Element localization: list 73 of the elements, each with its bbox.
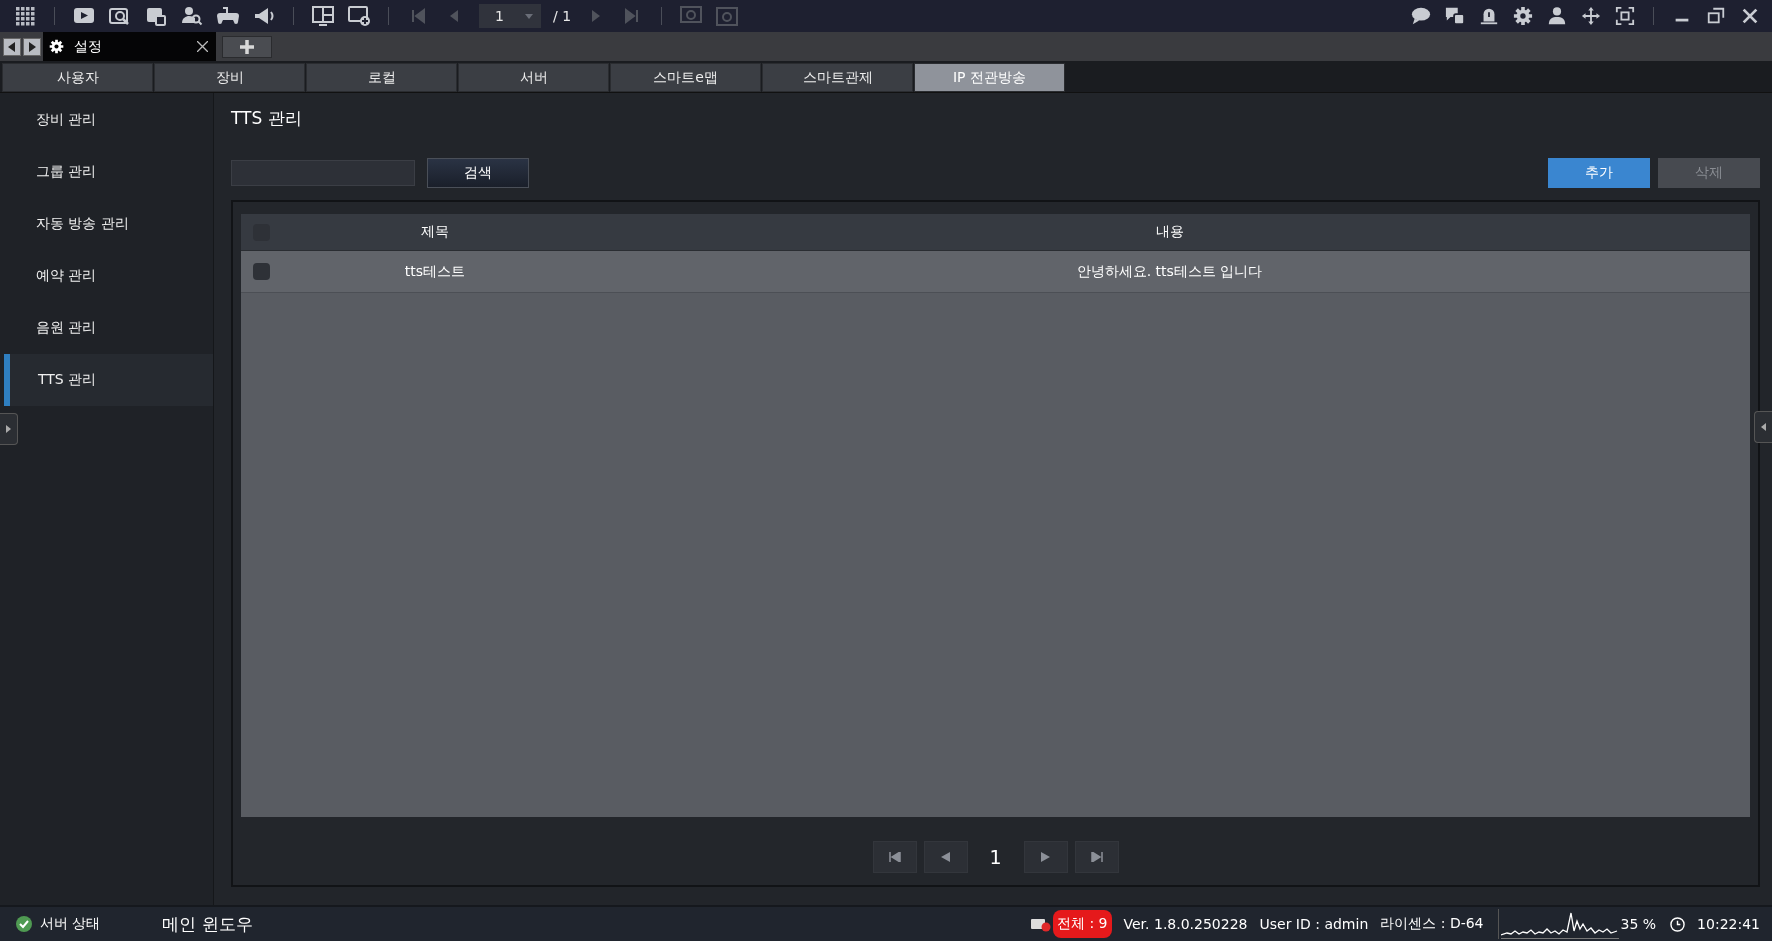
sidebar-item[interactable]: TTS 관리 bbox=[4, 354, 213, 406]
page-total: / 1 bbox=[553, 8, 572, 24]
sidebar-item[interactable]: 음원 관리 bbox=[0, 302, 213, 354]
table-cell: 안녕하세요. tts테스트 입니다 bbox=[1076, 262, 1263, 281]
sidebar-item[interactable]: 예약 관리 bbox=[0, 250, 213, 302]
clock-time: 10:22:41 bbox=[1697, 916, 1760, 932]
settings-icon bbox=[49, 39, 64, 54]
fullscreen-icon[interactable] bbox=[1615, 6, 1635, 26]
left-triangle-icon bbox=[1761, 423, 1766, 431]
window-name: 메인 윈도우 bbox=[162, 912, 253, 936]
collapse-handle[interactable] bbox=[1754, 411, 1772, 443]
left-triangle-icon bbox=[8, 41, 16, 52]
sidebar-item[interactable]: 자동 방송 관리 bbox=[0, 198, 213, 250]
monitor-add-icon[interactable] bbox=[348, 5, 370, 27]
last-page-icon bbox=[1090, 852, 1103, 862]
chat-icon[interactable] bbox=[1411, 6, 1431, 26]
close-icon[interactable] bbox=[1740, 6, 1760, 26]
chat-monitor-icon[interactable] bbox=[1445, 6, 1465, 26]
category-tab[interactable]: 서버 bbox=[458, 63, 609, 92]
cpu-usage: 35 % bbox=[1620, 916, 1657, 932]
grid-icon[interactable] bbox=[14, 5, 36, 27]
gamepad-icon[interactable] bbox=[217, 5, 239, 27]
sidebar-item[interactable]: 장비 관리 bbox=[0, 94, 213, 146]
restore-icon[interactable] bbox=[1706, 6, 1726, 26]
close-icon[interactable] bbox=[197, 41, 208, 52]
first-page-icon bbox=[888, 852, 901, 862]
search-button[interactable]: 검색 bbox=[427, 158, 529, 188]
next-page-button[interactable] bbox=[1023, 841, 1068, 873]
user-icon[interactable] bbox=[1547, 6, 1567, 26]
license-text: 라이센스 : D-64 bbox=[1380, 915, 1484, 933]
right-triangle-icon bbox=[28, 41, 36, 52]
expand-handle[interactable] bbox=[0, 413, 18, 445]
page-field[interactable]: 1 bbox=[479, 4, 541, 28]
clock-icon bbox=[1670, 916, 1686, 932]
dropdown-caret-icon bbox=[525, 13, 533, 19]
person-search-icon[interactable] bbox=[181, 5, 203, 27]
add-button[interactable]: 추가 bbox=[1548, 158, 1650, 188]
scroll-left-button[interactable] bbox=[3, 37, 21, 56]
first-page-button[interactable] bbox=[872, 841, 917, 873]
check-icon bbox=[16, 916, 32, 932]
category-tab[interactable]: 스마트e맵 bbox=[610, 63, 761, 92]
tab-title: 설정 bbox=[74, 37, 103, 56]
server-status[interactable]: 서버 상태 bbox=[40, 915, 101, 933]
row-checkbox[interactable] bbox=[252, 263, 270, 280]
search-field[interactable] bbox=[231, 160, 415, 186]
layout-icon[interactable] bbox=[312, 5, 334, 27]
category-tab[interactable]: 스마트관제 bbox=[762, 63, 913, 92]
version-text: Ver. 1.8.0.250228 bbox=[1123, 916, 1248, 932]
event-count-badge[interactable]: 전체 : 9 bbox=[1052, 910, 1112, 938]
page-title: TTS 관리 bbox=[231, 107, 303, 130]
user-id-text: User ID : admin bbox=[1259, 916, 1369, 932]
sidebar-item[interactable]: 그룹 관리 bbox=[0, 146, 213, 198]
category-tab[interactable]: 로컬 bbox=[306, 63, 457, 92]
current-page: 1 bbox=[988, 845, 1003, 870]
document-tab[interactable]: 설정 bbox=[43, 32, 216, 61]
category-tab[interactable]: 장비 bbox=[154, 63, 305, 92]
last-page-button[interactable] bbox=[1074, 841, 1119, 873]
plus-icon bbox=[240, 39, 254, 54]
previous-page-button[interactable] bbox=[923, 841, 968, 873]
table-cell: tts테스트 bbox=[404, 262, 466, 281]
right-triangle-icon bbox=[6, 425, 11, 433]
category-tab[interactable]: 사용자 bbox=[2, 63, 153, 92]
column-header[interactable]: 제목 bbox=[421, 223, 449, 241]
scroll-right-button[interactable] bbox=[23, 37, 41, 56]
move-icon[interactable] bbox=[1581, 6, 1601, 26]
column-header[interactable]: 내용 bbox=[1155, 223, 1184, 241]
camera-alert-icon bbox=[1030, 916, 1051, 932]
camera-search-icon[interactable] bbox=[109, 5, 131, 27]
add-tab-button[interactable] bbox=[222, 35, 272, 58]
previous-page-icon bbox=[941, 852, 950, 862]
settings-icon[interactable] bbox=[1513, 6, 1533, 26]
alarm-light-icon[interactable] bbox=[1479, 6, 1499, 26]
next-page-icon bbox=[1041, 852, 1050, 862]
